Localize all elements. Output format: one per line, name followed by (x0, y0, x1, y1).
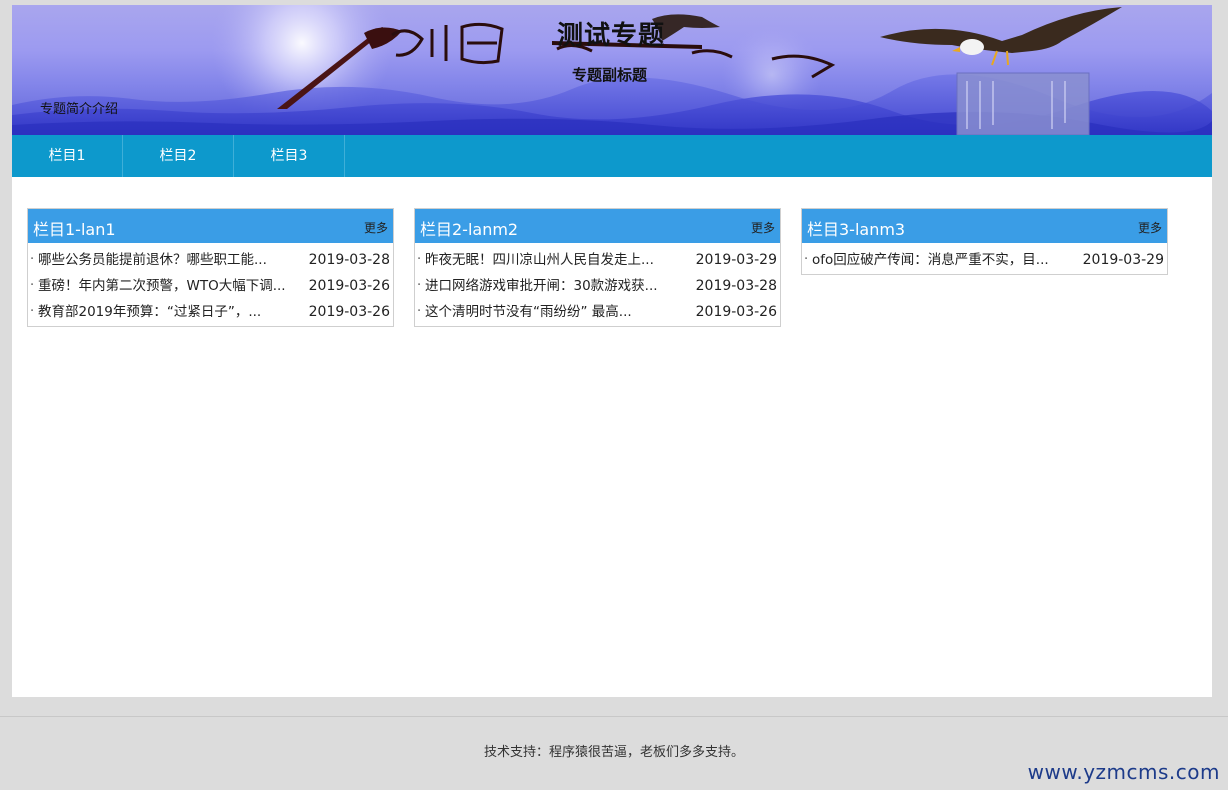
article-date: 2019-03-26 (695, 304, 777, 320)
article-list: · 哪些公务员能提前退休？哪些职工能... 2019-03-28 · 重磅！年内… (28, 243, 393, 326)
footer-text: 技术支持：程序猿很苦逼，老板们多多支持。 (483, 745, 744, 760)
article-date: 2019-03-29 (695, 252, 777, 268)
banner-subtitle: 专题副标题 (572, 66, 648, 84)
column-box-2: 栏目2-lanm2 更多 · 昨夜无眠！四川凉山州人民自发走上... 2019-… (414, 208, 781, 327)
article-date: 2019-03-28 (308, 252, 390, 268)
eagle-graphic (880, 7, 1122, 66)
article-date: 2019-03-29 (1082, 252, 1164, 268)
bullet-icon: · (30, 278, 35, 293)
bullet-icon: · (30, 252, 35, 267)
list-item: · 进口网络游戏审批开闸：30款游戏获... 2019-03-28 (417, 273, 778, 299)
more-link[interactable]: 更多 (1138, 219, 1162, 236)
column-box-3: 栏目3-lanm3 更多 · ofo回应破产传闻：消息严重不实，目... 201… (801, 208, 1168, 275)
bullet-icon: · (417, 304, 422, 319)
article-list: · 昨夜无眠！四川凉山州人民自发走上... 2019-03-29 · 进口网络游… (415, 243, 780, 326)
article-date: 2019-03-26 (308, 304, 390, 320)
article-link[interactable]: 教育部2019年预算：“过紧日子”，... (38, 299, 300, 325)
nav-item-lanmu2[interactable]: 栏目2 (123, 135, 234, 177)
nav-item-lanmu3[interactable]: 栏目3 (234, 135, 345, 177)
article-date: 2019-03-28 (695, 278, 777, 294)
bullet-icon: · (30, 304, 35, 319)
list-item: · 哪些公务员能提前退休？哪些职工能... 2019-03-28 (30, 247, 391, 273)
box-header: 栏目3-lanm3 更多 (802, 209, 1167, 243)
list-item: · ofo回应破产传闻：消息严重不实，目... 2019-03-29 (804, 247, 1165, 273)
list-item: · 昨夜无眠！四川凉山州人民自发走上... 2019-03-29 (417, 247, 778, 273)
page-container: 测试专题 专题副标题 专题简介介绍 栏目1 栏目2 栏目3 栏目1-lan1 更… (12, 5, 1212, 697)
article-link[interactable]: 昨夜无眠！四川凉山州人民自发走上... (425, 247, 687, 273)
watermark: www.yzmcms.com (1027, 760, 1220, 784)
article-list: · ofo回应破产传闻：消息严重不实，目... 2019-03-29 (802, 243, 1167, 274)
nav-bar: 栏目1 栏目2 栏目3 (12, 135, 1212, 177)
bullet-icon: · (417, 278, 422, 293)
article-link[interactable]: 这个清明时节没有“雨纷纷” 最高... (425, 299, 687, 325)
article-link[interactable]: 重磅！年内第二次预警，WTO大幅下调... (38, 273, 300, 299)
list-item: · 重磅！年内第二次预警，WTO大幅下调... 2019-03-26 (30, 273, 391, 299)
column-box-1: 栏目1-lan1 更多 · 哪些公务员能提前退休？哪些职工能... 2019-0… (27, 208, 394, 327)
banner-title: 测试专题 (557, 21, 666, 51)
list-item: · 这个清明时节没有“雨纷纷” 最高... 2019-03-26 (417, 299, 778, 325)
more-link[interactable]: 更多 (751, 219, 775, 236)
box-title[interactable]: 栏目3-lanm3 (807, 216, 905, 240)
list-item: · 教育部2019年预算：“过紧日子”，... 2019-03-26 (30, 299, 391, 325)
box-header: 栏目1-lan1 更多 (28, 209, 393, 243)
article-link[interactable]: ofo回应破产传闻：消息严重不实，目... (812, 247, 1074, 273)
bullet-icon: · (417, 252, 422, 267)
bullet-icon: · (804, 252, 809, 267)
box-title[interactable]: 栏目1-lan1 (33, 216, 116, 240)
box-title[interactable]: 栏目2-lanm2 (420, 216, 518, 240)
banner-intro: 专题简介介绍 (40, 102, 119, 117)
more-link[interactable]: 更多 (364, 219, 388, 236)
box-header: 栏目2-lanm2 更多 (415, 209, 780, 243)
article-date: 2019-03-26 (308, 278, 390, 294)
banner: 测试专题 专题副标题 专题简介介绍 (12, 5, 1212, 135)
article-link[interactable]: 进口网络游戏审批开闸：30款游戏获... (425, 273, 687, 299)
nav-item-lanmu1[interactable]: 栏目1 (12, 135, 123, 177)
article-link[interactable]: 哪些公务员能提前退休？哪些职工能... (38, 247, 300, 273)
footer-divider (0, 716, 1228, 717)
